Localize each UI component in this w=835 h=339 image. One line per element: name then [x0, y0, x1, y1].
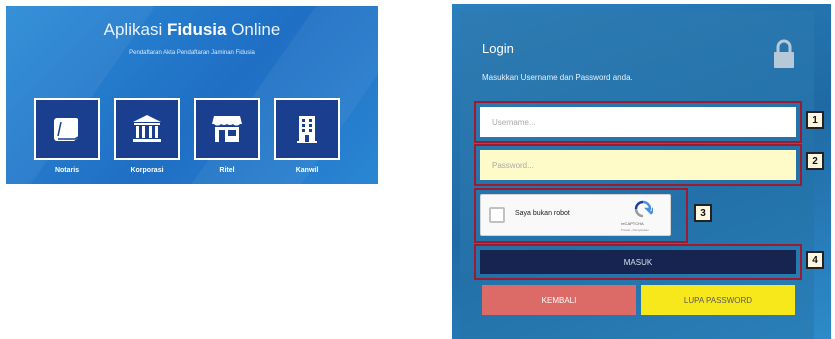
fidusia-landing-panel: Aplikasi Fidusia Online Pendaftaran Akta…	[6, 6, 378, 184]
tile-kanwil-label: Kanwil	[295, 167, 319, 174]
app-title-suffix: Online	[226, 20, 281, 39]
password-input[interactable]	[480, 150, 796, 180]
tile-korporasi-label: Korporasi	[130, 167, 164, 174]
bank-building-icon	[133, 115, 161, 142]
app-title-bold: Fidusia	[166, 20, 227, 39]
captcha-label: Saya bukan robot	[515, 210, 570, 217]
annotation-badge-3: 3	[694, 204, 712, 222]
storefront-icon	[212, 116, 242, 142]
lupa-password-button[interactable]: LUPA PASSWORD	[641, 285, 795, 315]
book-icon	[54, 118, 79, 141]
tile-korporasi[interactable]: Korporasi	[114, 98, 180, 174]
user-type-tiles: Notaris Korporasi Ritel Kanwil	[34, 98, 340, 174]
login-title: Login	[482, 41, 514, 56]
tile-ritel[interactable]: Ritel	[194, 98, 260, 174]
office-building-icon	[297, 116, 317, 143]
tile-korporasi-box[interactable]	[114, 98, 180, 160]
screenshot: Aplikasi Fidusia Online Pendaftaran Akta…	[0, 0, 835, 339]
annotation-badge-4: 4	[806, 251, 824, 269]
lock-icon	[774, 39, 794, 68]
masuk-button[interactable]: MASUK	[480, 250, 796, 274]
annotation-badge-1: 1	[806, 111, 824, 129]
captcha-brand: reCAPTCHA	[621, 221, 644, 226]
login-description: Masukkan Username dan Password anda.	[482, 73, 633, 82]
recaptcha-logo-icon	[634, 200, 653, 218]
password-highlight	[474, 144, 802, 186]
captcha-highlight: Saya bukan robot reCAPTCHA Privasi - Per…	[474, 188, 688, 243]
tile-ritel-label: Ritel	[219, 167, 235, 174]
tile-notaris-box[interactable]	[34, 98, 100, 160]
username-highlight	[474, 101, 802, 143]
username-input[interactable]	[480, 107, 796, 137]
tile-notaris[interactable]: Notaris	[34, 98, 100, 174]
app-subtitle: Pendaftaran Akta Pendaftaran Jaminan Fid…	[129, 50, 255, 56]
tile-kanwil[interactable]: Kanwil	[274, 98, 340, 174]
app-title-prefix: Aplikasi	[103, 20, 167, 39]
recaptcha-widget: Saya bukan robot reCAPTCHA Privasi - Per…	[480, 194, 671, 236]
captcha-terms-link[interactable]: Privasi - Persyaratan	[621, 228, 649, 232]
tile-ritel-box[interactable]	[194, 98, 260, 160]
tile-notaris-label: Notaris	[54, 167, 80, 174]
submit-highlight: MASUK	[474, 244, 802, 280]
tile-kanwil-box[interactable]	[274, 98, 340, 160]
app-title: Aplikasi Fidusia Online	[6, 20, 378, 40]
annotation-badge-2: 2	[806, 152, 824, 170]
captcha-checkbox[interactable]	[489, 207, 505, 223]
kembali-button[interactable]: KEMBALI	[482, 285, 636, 315]
